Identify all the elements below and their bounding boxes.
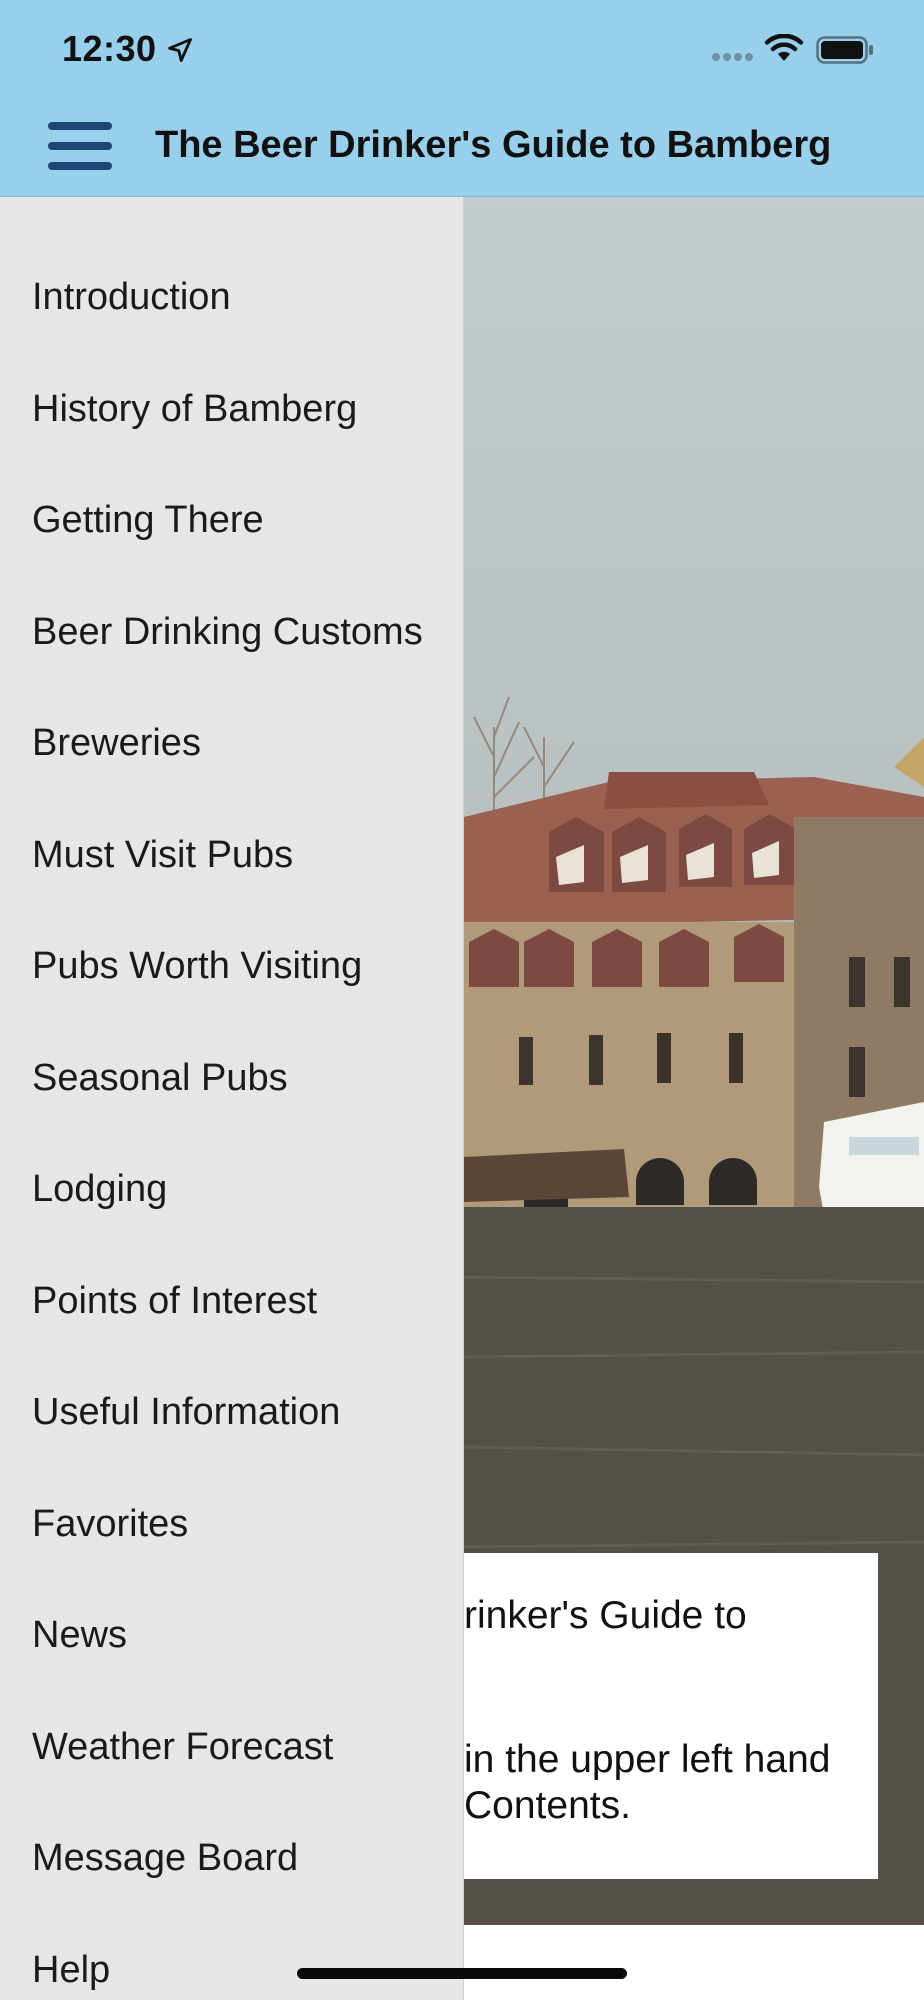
intro-card: rinker's Guide to in the upper left hand…	[464, 1553, 878, 1879]
intro-card-line-3: Contents.	[464, 1784, 631, 1827]
drawer-item-favorites[interactable]: Favorites	[32, 1494, 188, 1554]
signal-icon	[712, 53, 753, 61]
battery-icon	[816, 36, 873, 64]
location-arrow-icon	[168, 38, 192, 62]
drawer-item-history-of-bamberg[interactable]: History of Bamberg	[32, 379, 357, 439]
drawer-item-weather-forecast[interactable]: Weather Forecast	[32, 1717, 333, 1777]
drawer-item-useful-information[interactable]: Useful Information	[32, 1382, 340, 1442]
drawer-item-getting-there[interactable]: Getting There	[32, 490, 264, 550]
intro-card-line-2: in the upper left hand	[464, 1738, 831, 1781]
drawer-item-must-visit-pubs[interactable]: Must Visit Pubs	[32, 825, 293, 885]
drawer-item-message-board[interactable]: Message Board	[32, 1828, 298, 1888]
hamburger-menu-icon[interactable]	[48, 122, 112, 170]
drawer-item-seasonal-pubs[interactable]: Seasonal Pubs	[32, 1048, 288, 1108]
app-header: 12:30 The Beer Drinker's Guide to Bamber…	[0, 0, 924, 197]
page-title: The Beer Drinker's Guide to Bamberg	[155, 124, 832, 166]
status-time: 12:30	[62, 28, 157, 69]
drawer-item-news[interactable]: News	[32, 1605, 127, 1665]
drawer-item-beer-drinking-customs[interactable]: Beer Drinking Customs	[32, 602, 423, 662]
home-indicator[interactable]	[297, 1968, 627, 1979]
drawer-item-introduction[interactable]: Introduction	[32, 267, 231, 327]
drawer-item-pubs-worth-visiting[interactable]: Pubs Worth Visiting	[32, 936, 362, 996]
drawer-item-points-of-interest[interactable]: Points of Interest	[32, 1271, 317, 1331]
drawer-item-help[interactable]: Help	[32, 1940, 110, 2000]
drawer-item-lodging[interactable]: Lodging	[32, 1159, 167, 1219]
content-footer	[464, 1925, 924, 2000]
navigation-drawer: Introduction History of Bamberg Getting …	[0, 197, 464, 2000]
wifi-icon	[764, 34, 804, 61]
intro-card-line-1: rinker's Guide to	[464, 1594, 747, 1637]
drawer-item-breweries[interactable]: Breweries	[32, 713, 201, 773]
